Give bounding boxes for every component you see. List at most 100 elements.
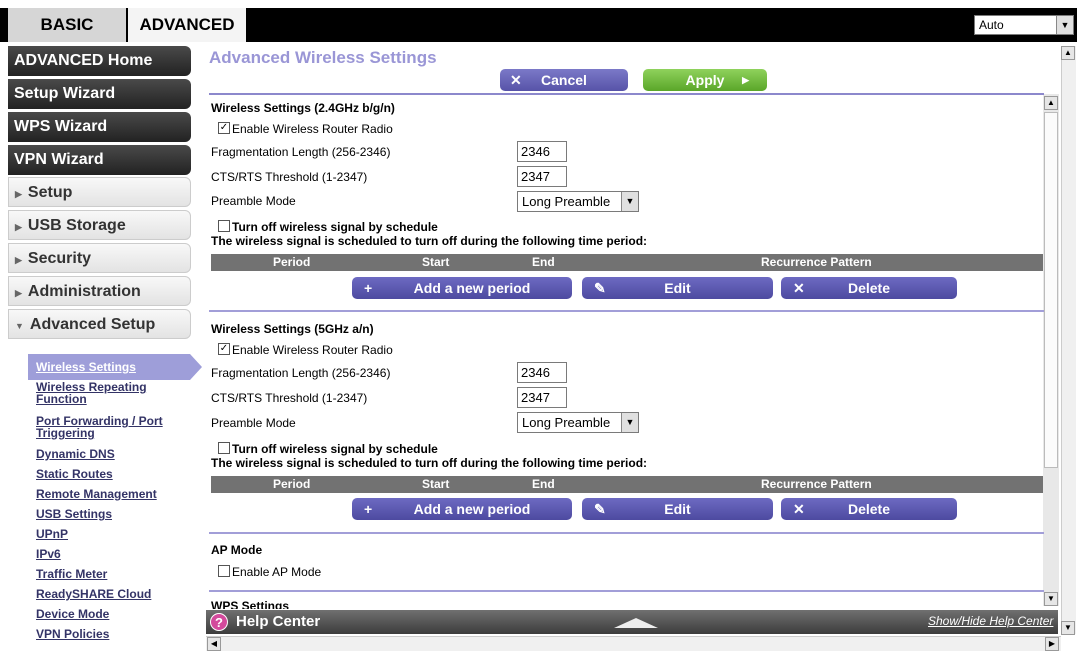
col-period: Period (273, 477, 311, 491)
cancel-button[interactable]: ✕ Cancel (500, 69, 628, 91)
delete-label: Delete (847, 501, 891, 517)
cancel-label: Cancel (541, 72, 587, 88)
wifi5-schedule-label: Turn off wireless signal by schedule (232, 442, 438, 456)
wifi24-frag-label: Fragmentation Length (256-2346) (211, 145, 391, 159)
wifi24-schedule-checkbox[interactable] (218, 220, 230, 232)
wifi5-delete-button[interactable]: ✕ Delete (781, 498, 957, 520)
nav-setup-wizard[interactable]: Setup Wizard (8, 79, 191, 109)
wifi24-enable-radio-label: Enable Wireless Router Radio (232, 122, 393, 136)
divider (209, 590, 1044, 592)
wifi5-rts-label: CTS/RTS Threshold (1-2347) (211, 391, 368, 405)
wifi24-preamble-select[interactable]: Long Preamble ▼ (517, 191, 639, 212)
caret-right-icon: ▶ (15, 288, 22, 298)
nav-advanced-home[interactable]: ADVANCED Home (8, 46, 191, 76)
subnav-traffic-meter[interactable]: Traffic Meter (36, 568, 176, 580)
scroll-up-icon[interactable]: ▲ (1044, 96, 1058, 110)
apply-button[interactable]: Apply ▶ (643, 69, 767, 91)
nav-advanced-setup[interactable]: ▼ Advanced Setup (8, 309, 191, 339)
nav-usb-storage-label: USB Storage (27, 217, 126, 234)
col-start: Start (422, 477, 450, 491)
wifi24-preamble-label: Preamble Mode (211, 194, 296, 208)
play-icon: ▶ (742, 75, 749, 85)
nav-security[interactable]: ▶ Security (8, 243, 191, 273)
ap-mode-checkbox[interactable] (218, 565, 230, 577)
nav-advanced-setup-label: Advanced Setup (29, 316, 156, 333)
wifi5-edit-button[interactable]: ✎ Edit (582, 498, 773, 520)
caret-down-icon: ▼ (15, 321, 24, 331)
subnav-upnp[interactable]: UPnP (36, 528, 176, 540)
wifi5-title: Wireless Settings (5GHz a/n) (211, 322, 374, 336)
scroll-left-icon[interactable]: ◀ (207, 637, 221, 651)
language-select[interactable]: Auto ▼ (974, 15, 1074, 35)
nav-vpn-wizard[interactable]: VPN Wizard (8, 145, 191, 175)
subnav-wireless-settings[interactable]: Wireless Settings (36, 361, 176, 373)
col-recurrence: Recurrence Pattern (761, 477, 872, 491)
subnav-port-forwarding[interactable]: Port Forwarding / Port Triggering (36, 415, 176, 439)
edit-label: Edit (664, 501, 691, 517)
wifi5-enable-radio-label: Enable Wireless Router Radio (232, 343, 393, 357)
subnav-dynamic-dns[interactable]: Dynamic DNS (36, 448, 176, 460)
scroll-down-icon[interactable]: ▼ (1044, 592, 1058, 606)
wifi5-schedule-checkbox[interactable] (218, 442, 230, 454)
wifi5-frag-input[interactable]: 2346 (517, 362, 567, 383)
nav-administration[interactable]: ▶ Administration (8, 276, 191, 306)
outer-scrollbar[interactable] (1061, 46, 1076, 634)
wifi5-enable-radio-checkbox[interactable]: ✓ (218, 343, 230, 355)
tab-advanced[interactable]: ADVANCED (128, 8, 248, 42)
ap-mode-label: Enable AP Mode (232, 565, 322, 579)
col-start: Start (422, 255, 450, 269)
subnav-wireless-repeating[interactable]: Wireless Repeating Function (36, 381, 176, 405)
wifi24-add-period-button[interactable]: + Add a new period (352, 277, 572, 299)
wifi5-add-period-button[interactable]: + Add a new period (352, 498, 572, 520)
caret-right-icon: ▶ (15, 222, 22, 232)
col-period: Period (273, 255, 311, 269)
scroll-down-icon[interactable]: ▼ (1061, 621, 1075, 635)
subnav-static-routes[interactable]: Static Routes (36, 468, 176, 480)
wifi24-rts-label: CTS/RTS Threshold (1-2347) (211, 170, 368, 184)
scroll-up-icon[interactable]: ▲ (1061, 46, 1075, 60)
wifi24-rts-input[interactable]: 2347 (517, 166, 567, 187)
subnav-usb-settings[interactable]: USB Settings (36, 508, 176, 520)
wifi24-frag-input[interactable]: 2346 (517, 141, 567, 162)
edit-label: Edit (664, 280, 691, 296)
wifi5-preamble-select[interactable]: Long Preamble ▼ (517, 412, 639, 433)
wifi24-delete-button[interactable]: ✕ Delete (781, 277, 957, 299)
wifi24-schedule-label: Turn off wireless signal by schedule (232, 220, 438, 234)
nav-wps-wizard[interactable]: WPS Wizard (8, 112, 191, 142)
scroll-right-icon[interactable]: ▶ (1045, 637, 1059, 651)
subnav-device-mode[interactable]: Device Mode (36, 608, 176, 620)
horizontal-scrollbar[interactable] (206, 636, 1061, 651)
wifi5-preamble-label: Preamble Mode (211, 416, 296, 430)
col-recurrence: Recurrence Pattern (761, 255, 872, 269)
wifi5-schedule-table-header: Period Start End Recurrence Pattern (211, 476, 1043, 493)
wifi24-edit-button[interactable]: ✎ Edit (582, 277, 773, 299)
subnav-vpn-policies[interactable]: VPN Policies (36, 628, 176, 640)
tab-basic[interactable]: BASIC (8, 8, 128, 42)
wifi5-frag-label: Fragmentation Length (256-2346) (211, 366, 391, 380)
language-select-value: Auto (979, 18, 1004, 32)
col-end: End (532, 255, 555, 269)
ap-mode-title: AP Mode (211, 543, 263, 557)
nav-usb-storage[interactable]: ▶ USB Storage (8, 210, 191, 240)
inner-scrollbar-thumb[interactable] (1044, 112, 1058, 468)
nav-setup[interactable]: ▶ Setup (8, 177, 191, 207)
expand-up-icon[interactable] (614, 618, 658, 628)
chevron-down-icon: ▼ (1056, 16, 1073, 34)
divider (209, 93, 1044, 95)
wps-settings-title: WPS Settings (211, 599, 290, 609)
delete-label: Delete (847, 280, 891, 296)
wifi24-schedule-table-header: Period Start End Recurrence Pattern (211, 254, 1043, 271)
nav-setup-label: Setup (27, 184, 73, 201)
subnav-readyshare-cloud[interactable]: ReadySHARE Cloud (36, 588, 176, 600)
wifi5-preamble-value: Long Preamble (522, 415, 611, 430)
caret-right-icon: ▶ (15, 189, 22, 199)
show-hide-help-link[interactable]: Show/Hide Help Center (928, 614, 1053, 628)
subnav-remote-management[interactable]: Remote Management (36, 488, 176, 500)
subnav-ipv6[interactable]: IPv6 (36, 548, 176, 560)
wifi5-rts-input[interactable]: 2347 (517, 387, 567, 408)
wifi24-enable-radio-checkbox[interactable]: ✓ (218, 122, 230, 134)
wifi24-title: Wireless Settings (2.4GHz b/g/n) (211, 101, 395, 115)
nav-security-label: Security (27, 250, 92, 267)
nav-administration-label: Administration (27, 283, 141, 300)
chevron-down-icon: ▼ (621, 192, 638, 211)
